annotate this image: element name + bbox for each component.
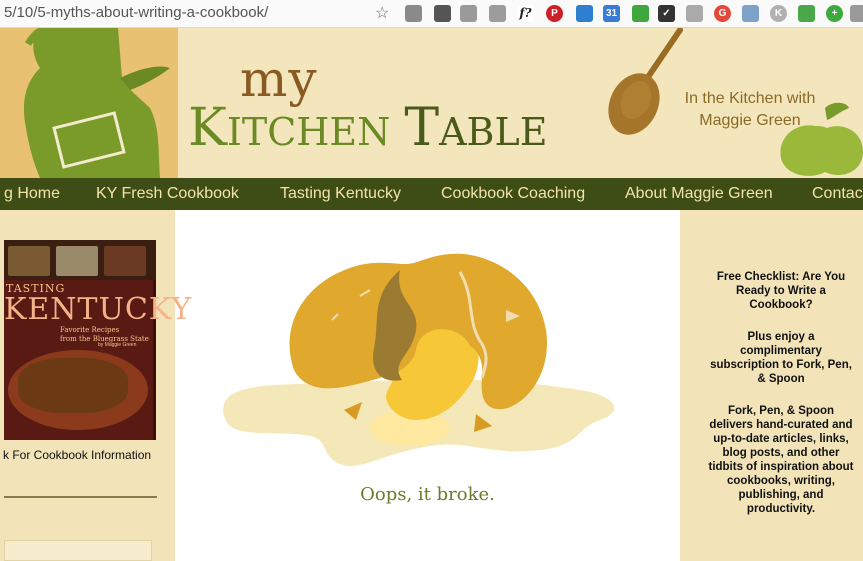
- book-photo-strip: [4, 240, 156, 280]
- calendar-icon[interactable]: 31: [603, 5, 620, 22]
- logo-kitchen-text: KITCHEN: [188, 98, 391, 158]
- book-author: by Maggie Green: [98, 342, 137, 348]
- klout-icon[interactable]: K: [770, 5, 787, 22]
- pinterest-icon[interactable]: P: [546, 5, 563, 22]
- address-bar[interactable]: 5/10/5-myths-about-writing-a-cookbook/: [4, 4, 268, 21]
- book-photo-2: [56, 246, 98, 276]
- checklist-heading[interactable]: Free Checklist: Are You Ready to Write a…: [706, 270, 856, 312]
- check-icon[interactable]: ✓: [658, 5, 675, 22]
- account-icon[interactable]: [850, 5, 863, 22]
- book-cover-image[interactable]: TASTING KENTUCKY Favorite Recipes from t…: [4, 240, 191, 440]
- left-divider: [4, 496, 157, 498]
- nav-item[interactable]: Cookbook Coaching: [441, 185, 585, 203]
- logo-table-text: TABLE: [404, 98, 548, 158]
- apron-icon: [23, 28, 170, 178]
- broken-egg-icon: [223, 253, 615, 467]
- book-food-image: [18, 358, 128, 413]
- browser-toolbar: 5/10/5-myths-about-writing-a-cookbook/ ☆…: [0, 0, 863, 28]
- logo-kitchen-table[interactable]: KITCHEN TABLE: [188, 98, 547, 158]
- nav-item[interactable]: KY Fresh Cookbook: [96, 185, 239, 203]
- ghost-icon[interactable]: [489, 5, 506, 22]
- left-widget-box: [4, 540, 152, 561]
- nav-item[interactable]: g Home: [4, 185, 60, 203]
- bookmark-icon[interactable]: [798, 5, 815, 22]
- main-nav: g Home KY Fresh Cookbook Tasting Kentucky C…: [0, 178, 863, 210]
- font-icon[interactable]: f?: [517, 5, 534, 22]
- book-photo-1: [8, 246, 50, 276]
- bookmark-star-icon[interactable]: ☆: [375, 3, 389, 23]
- grid-icon[interactable]: [686, 5, 703, 22]
- nav-item[interactable]: Tasting Kentucky: [280, 185, 401, 203]
- cookbook-info-link[interactable]: k For Cookbook Information: [3, 448, 151, 462]
- nav-item[interactable]: About Maggie Green: [625, 185, 773, 203]
- subscription-text: Plus enjoy a complimentary subscription …: [710, 331, 852, 385]
- newsletter-description: Fork, Pen, & Spoon delivers hand-curated…: [708, 405, 854, 515]
- nav-item[interactable]: Contac: [812, 185, 863, 203]
- add-icon[interactable]: +: [826, 5, 843, 22]
- book-subtitle-line-1: Favorite Recipes: [60, 326, 120, 334]
- pear-icon: [780, 102, 863, 176]
- analytics-icon[interactable]: [576, 5, 593, 22]
- book-title-main: KENTUCKY: [4, 292, 193, 327]
- grammarly-icon[interactable]: G: [714, 5, 731, 22]
- evernote-icon[interactable]: [434, 5, 451, 22]
- dropper-icon[interactable]: [405, 5, 422, 22]
- clipper-icon[interactable]: [460, 5, 477, 22]
- link-icon[interactable]: [742, 5, 759, 22]
- target-icon[interactable]: [632, 5, 649, 22]
- book-photo-3: [104, 246, 146, 276]
- spoon-icon: [608, 28, 683, 135]
- error-message: Oops, it broke.: [360, 484, 495, 505]
